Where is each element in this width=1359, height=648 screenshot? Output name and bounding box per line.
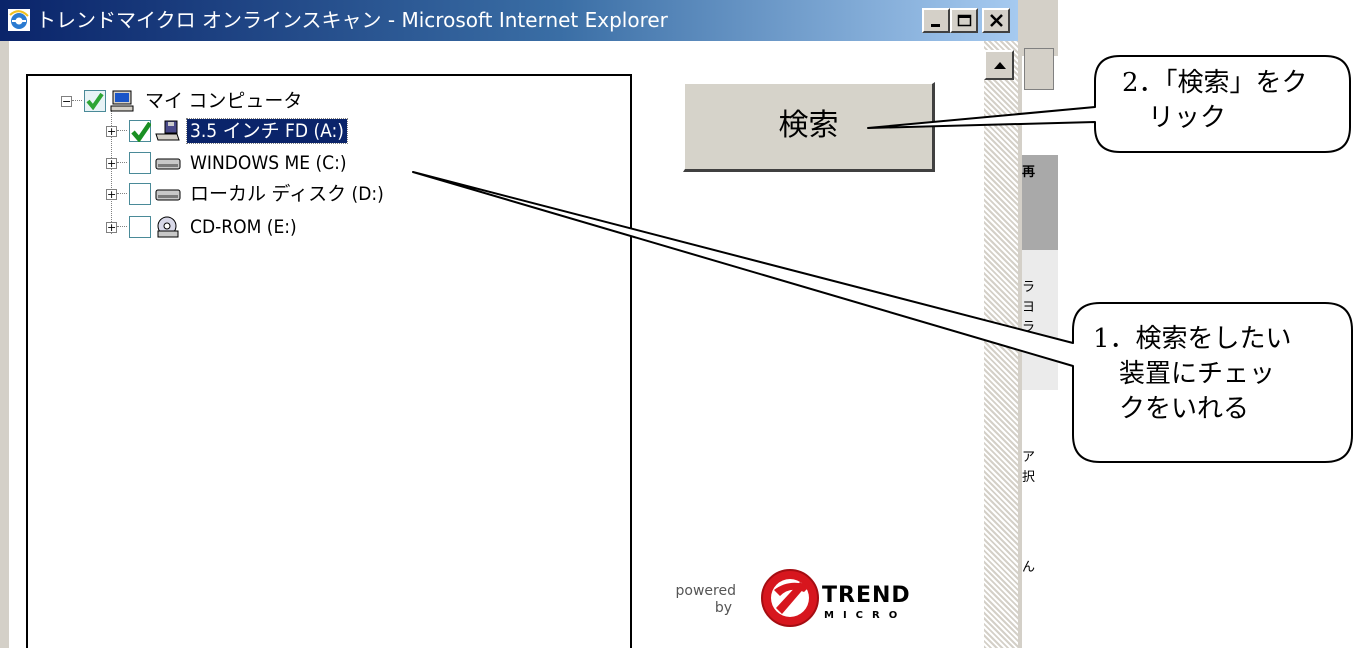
- callout-select-text: 1．検索をしたい 装置にチェッ クをいれる: [1093, 324, 1292, 424]
- callout-search-text: 2．「検索」をク リック: [1122, 68, 1308, 133]
